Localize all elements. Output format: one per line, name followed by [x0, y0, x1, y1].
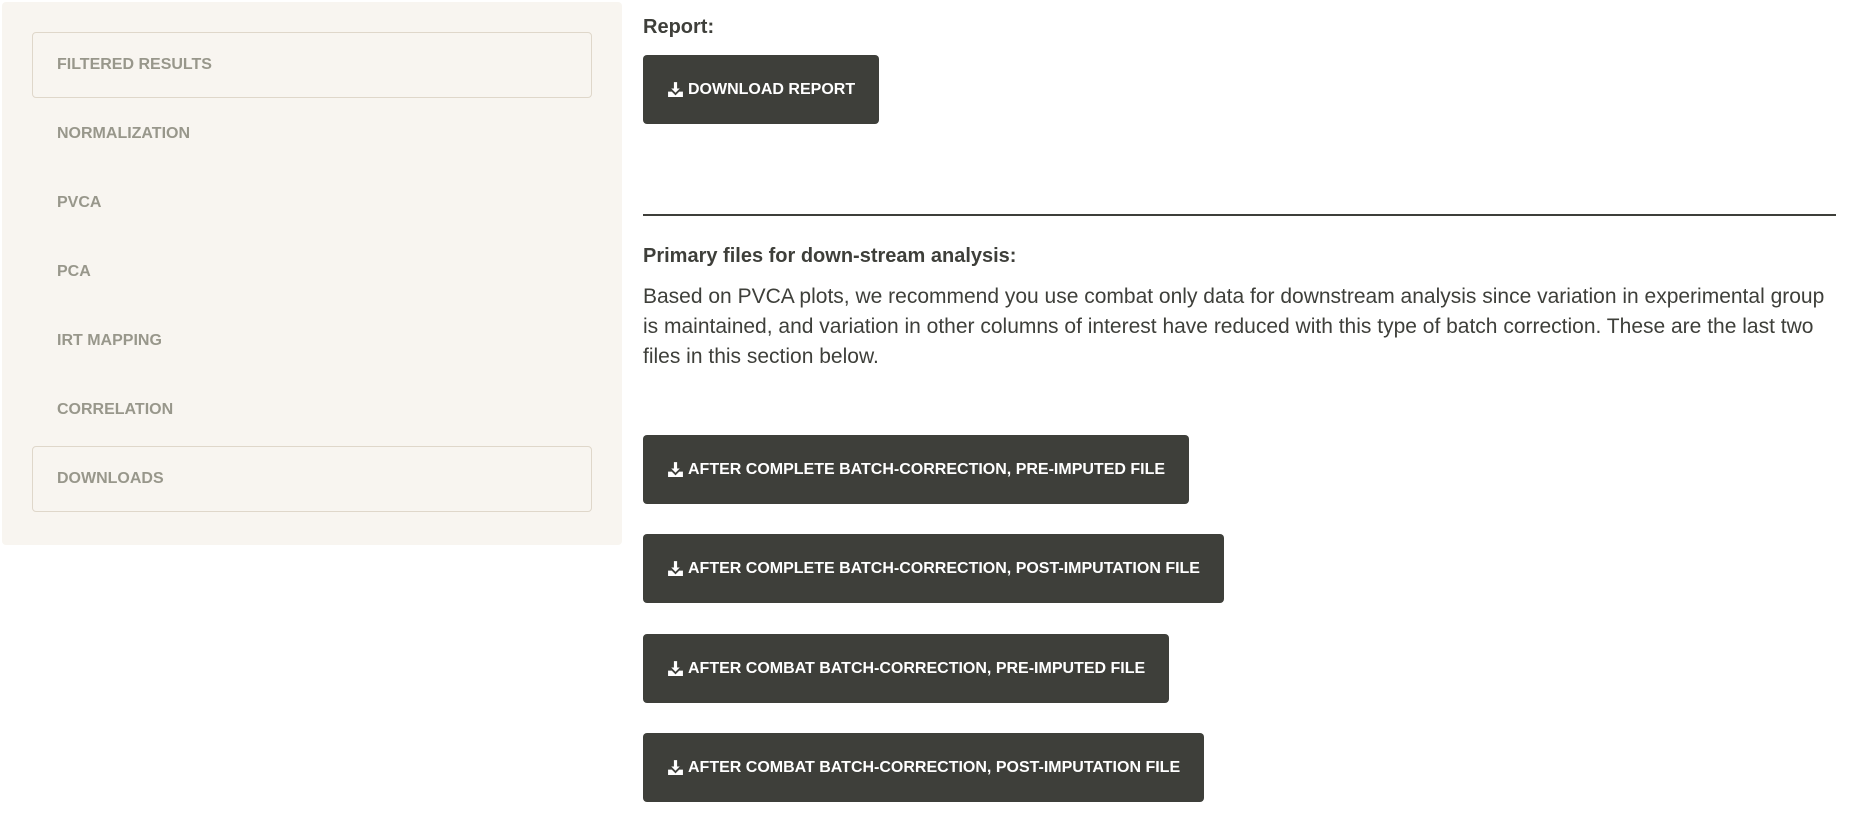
button-label: AFTER COMBAT BATCH-CORRECTION, POST-IMPU…	[688, 758, 1181, 776]
download-combat-pre-imputed-button[interactable]: AFTER COMBAT BATCH-CORRECTION, PRE-IMPUT…	[643, 634, 1170, 703]
download-icon	[668, 760, 683, 775]
sidebar: FILTERED RESULTS NORMALIZATION PVCA PCA …	[2, 2, 622, 545]
download-icon	[668, 82, 683, 97]
primary-files-description: Based on PVCA plots, we recommend you us…	[643, 285, 1825, 368]
sidebar-item-filtered-results[interactable]: FILTERED RESULTS	[32, 32, 592, 98]
download-combat-post-imputation-button[interactable]: AFTER COMBAT BATCH-CORRECTION, POST-IMPU…	[643, 733, 1205, 802]
sidebar-item-label: PVCA	[57, 194, 102, 211]
sidebar-item-label: PCA	[57, 263, 91, 280]
sidebar-item-label: FILTERED RESULTS	[57, 56, 212, 73]
button-label: AFTER COMPLETE BATCH-CORRECTION, PRE-IMP…	[688, 460, 1166, 478]
download-icon	[668, 462, 683, 477]
download-icon	[668, 661, 683, 676]
download-report-label: DOWNLOAD REPORT	[688, 80, 856, 98]
sidebar-item-label: DOWNLOADS	[57, 470, 164, 487]
sidebar-item-downloads[interactable]: DOWNLOADS	[32, 446, 592, 512]
sidebar-item-pvca[interactable]: PVCA	[32, 170, 592, 236]
sidebar-item-irt-mapping[interactable]: IRT MAPPING	[32, 308, 592, 374]
report-heading: Report:	[643, 16, 715, 38]
primary-files-heading: Primary files for down-stream analysis:	[643, 245, 1017, 267]
sidebar-item-label: NORMALIZATION	[57, 125, 191, 142]
section-divider	[643, 214, 1836, 216]
sidebar-item-correlation[interactable]: CORRELATION	[32, 377, 592, 443]
sidebar-item-label: IRT MAPPING	[57, 332, 162, 349]
download-complete-post-imputation-button[interactable]: AFTER COMPLETE BATCH-CORRECTION, POST-IM…	[643, 534, 1224, 603]
download-icon	[668, 561, 683, 576]
sidebar-item-normalization[interactable]: NORMALIZATION	[32, 101, 592, 167]
sidebar-nav: FILTERED RESULTS NORMALIZATION PVCA PCA …	[32, 32, 592, 515]
sidebar-item-pca[interactable]: PCA	[32, 239, 592, 305]
download-complete-pre-imputed-button[interactable]: AFTER COMPLETE BATCH-CORRECTION, PRE-IMP…	[643, 435, 1190, 504]
download-report-button[interactable]: DOWNLOAD REPORT	[643, 55, 880, 124]
button-label: AFTER COMPLETE BATCH-CORRECTION, POST-IM…	[688, 559, 1200, 577]
sidebar-item-label: CORRELATION	[57, 401, 174, 418]
button-label: AFTER COMBAT BATCH-CORRECTION, PRE-IMPUT…	[688, 659, 1146, 677]
